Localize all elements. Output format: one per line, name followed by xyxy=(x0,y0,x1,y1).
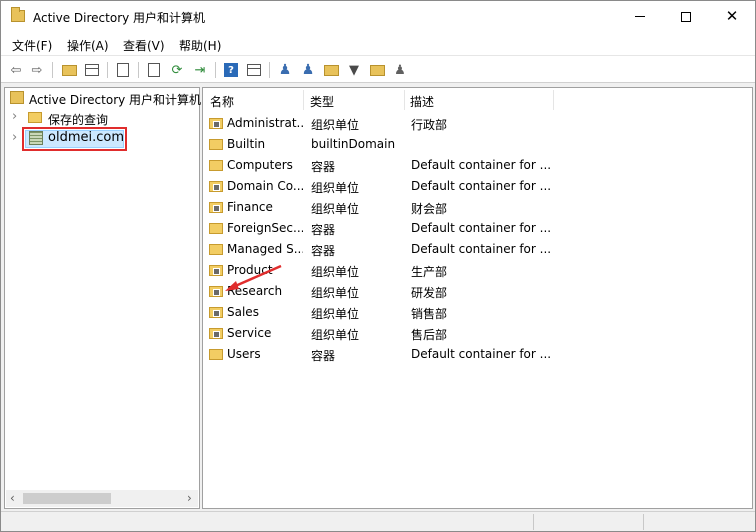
new-user-icon[interactable]: ♟ xyxy=(276,61,294,79)
delegate-icon[interactable]: ♟ xyxy=(391,61,409,79)
scroll-left-icon[interactable]: ‹ xyxy=(10,491,15,505)
tree-root-label: Active Directory 用户和计算机 xyxy=(29,93,202,107)
console-tree-pane[interactable]: Active Directory 用户和计算机 › 保存的查询 › oldmei… xyxy=(4,87,202,509)
folder-icon xyxy=(28,112,42,123)
export-icon[interactable]: ⇥ xyxy=(191,61,209,79)
new-ou-icon[interactable] xyxy=(322,61,340,79)
close-icon: ✕ xyxy=(725,7,739,25)
show-tree-icon[interactable] xyxy=(83,61,101,79)
tree-root[interactable]: Active Directory 用户和计算机 xyxy=(5,88,202,108)
scroll-right-icon[interactable]: › xyxy=(187,491,192,505)
help-icon[interactable]: ? xyxy=(222,61,240,79)
menu-file[interactable]: 文件(F) xyxy=(12,37,52,54)
minimize-button[interactable] xyxy=(617,1,663,32)
up-folder-icon[interactable] xyxy=(60,61,78,79)
refresh-icon[interactable]: ⟳ xyxy=(168,61,186,79)
filter-icon[interactable]: ▼ xyxy=(345,61,363,79)
toolbar-separator xyxy=(269,62,270,78)
maximize-button[interactable] xyxy=(663,1,709,32)
red-annotation-box xyxy=(22,127,127,151)
find-icon[interactable] xyxy=(368,61,386,79)
expand-chevron-icon[interactable]: › xyxy=(12,130,17,145)
new-group-icon[interactable]: ♟ xyxy=(299,61,317,79)
scrollbar-thumb[interactable] xyxy=(23,493,111,504)
back-arrow-icon[interactable]: ⇦ xyxy=(7,61,25,79)
title-bar[interactable]: Active Directory 用户和计算机 ✕ xyxy=(1,1,755,32)
maximize-icon xyxy=(681,11,691,22)
toolbar-separator xyxy=(215,62,216,78)
menu-help[interactable]: 帮助(H) xyxy=(179,37,221,54)
menu-action[interactable]: 操作(A) xyxy=(67,37,109,54)
status-separator xyxy=(533,514,534,530)
status-bar xyxy=(1,511,755,531)
toolbar-separator xyxy=(138,62,139,78)
close-button[interactable]: ✕ xyxy=(709,1,755,32)
toolbar-separator xyxy=(52,62,53,78)
status-separator xyxy=(643,514,644,530)
minimize-icon xyxy=(635,16,645,17)
details-pane[interactable]: 名称 类型 描述 Administrat... 组织单位 行政部 Builtin bui… xyxy=(202,87,753,509)
menu-bar: 文件(F) 操作(A) 查看(V) 帮助(H) xyxy=(1,32,755,55)
toolbar-separator xyxy=(107,62,108,78)
ad-folder-icon xyxy=(11,7,25,22)
forward-arrow-icon[interactable]: ⇨ xyxy=(28,61,46,79)
annotation-arrow xyxy=(225,264,282,291)
export-list-icon[interactable] xyxy=(145,61,163,79)
expand-chevron-icon[interactable]: › xyxy=(12,109,17,124)
horizontal-scrollbar[interactable]: ‹ › xyxy=(6,490,198,507)
properties-icon[interactable] xyxy=(114,61,132,79)
window-title: Active Directory 用户和计算机 xyxy=(33,11,206,25)
app-window: Active Directory 用户和计算机 ✕ 文件(F) 操作(A) 查看… xyxy=(0,0,756,532)
menu-view[interactable]: 查看(V) xyxy=(123,37,165,54)
toolbar: ⇦ ⇨ ⟳ ⇥ ? ♟ ♟ ▼ ♟ xyxy=(1,55,755,83)
view-icon[interactable] xyxy=(245,61,263,79)
ad-root-icon xyxy=(10,91,24,104)
tree-item-saved-queries[interactable]: › 保存的查询 xyxy=(5,108,199,128)
tree-item-label: 保存的查询 xyxy=(48,113,109,127)
